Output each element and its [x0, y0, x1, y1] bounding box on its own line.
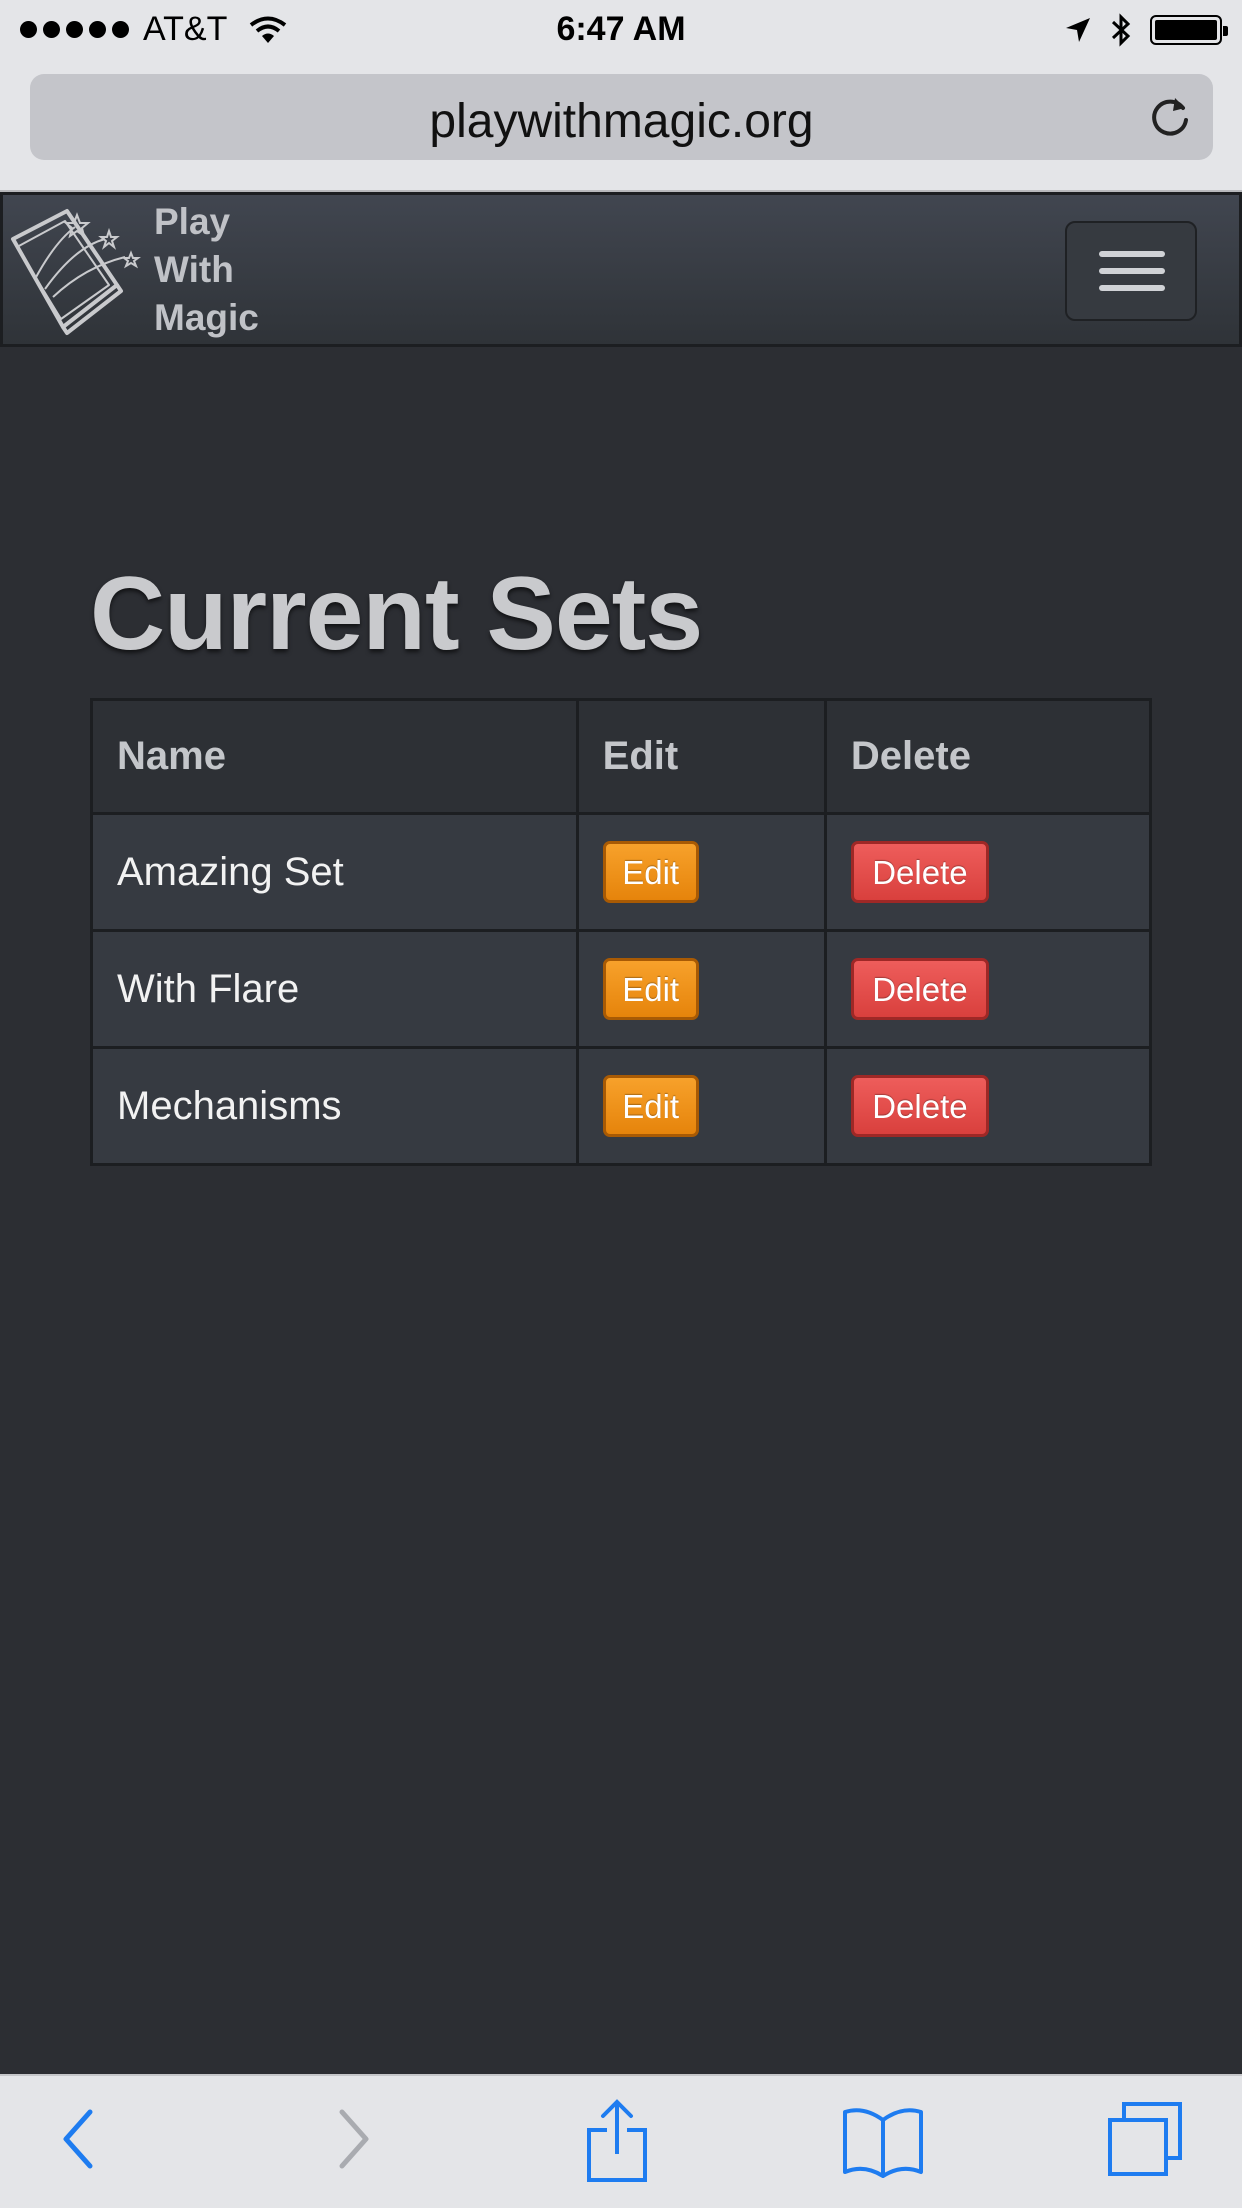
browser-toolbar: [0, 2074, 1242, 2208]
delete-cell: Delete: [823, 812, 1153, 932]
hamburger-bar: [1099, 268, 1165, 274]
table-header-row: Name Edit Delete: [90, 698, 1153, 815]
table-row: Amazing Set Edit Delete: [90, 812, 1153, 932]
delete-cell: Delete: [823, 929, 1153, 1049]
brand-line: With: [154, 248, 234, 290]
browser-address-area: playwithmagic.org: [0, 62, 1242, 192]
delete-button[interactable]: Delete: [850, 841, 989, 903]
hamburger-menu-button[interactable]: [1065, 221, 1197, 321]
status-bar: AT&T 6:47 AM: [0, 0, 1242, 62]
delete-cell: Delete: [823, 1046, 1153, 1166]
page-title: Current Sets: [90, 556, 703, 672]
magic-book-logo: [11, 209, 141, 335]
column-header-edit: Edit: [575, 698, 827, 815]
address-bar[interactable]: playwithmagic.org: [30, 74, 1213, 160]
edit-cell: Edit: [575, 812, 827, 932]
delete-button[interactable]: Delete: [850, 958, 989, 1020]
reload-icon[interactable]: [1147, 94, 1193, 140]
status-right: [1064, 12, 1228, 48]
table-row: With Flare Edit Delete: [90, 929, 1153, 1049]
status-time: 6:47 AM: [556, 10, 686, 48]
brand-link[interactable]: Play With Magic: [3, 195, 259, 344]
hamburger-menu-icon: [1099, 251, 1165, 257]
edit-cell: Edit: [575, 1046, 827, 1166]
bluetooth-icon: [1111, 13, 1131, 47]
edit-button[interactable]: Edit: [602, 958, 699, 1020]
brand-line: Play: [154, 200, 231, 242]
sets-table: Name Edit Delete Amazing Set Edit Delete…: [90, 698, 1153, 1166]
forward-chevron-icon[interactable]: [334, 2104, 374, 2174]
bookmarks-icon[interactable]: [842, 2106, 924, 2178]
set-name: With Flare: [90, 929, 579, 1049]
brand-name: Play With Magic: [154, 198, 259, 342]
table-row: Mechanisms Edit Delete: [90, 1046, 1153, 1166]
column-header-name: Name: [90, 698, 579, 815]
set-name: Mechanisms: [90, 1046, 579, 1166]
url-text[interactable]: playwithmagic.org: [30, 94, 1213, 149]
edit-cell: Edit: [575, 929, 827, 1049]
tabs-icon[interactable]: [1106, 2100, 1184, 2178]
battery-icon: [1150, 15, 1228, 45]
back-chevron-icon[interactable]: [58, 2104, 98, 2174]
edit-button[interactable]: Edit: [602, 1075, 699, 1137]
site-navbar: Play With Magic: [0, 192, 1242, 347]
location-arrow-icon: [1066, 18, 1090, 42]
hamburger-bar: [1099, 285, 1165, 291]
column-header-delete: Delete: [823, 698, 1153, 815]
set-name: Amazing Set: [90, 812, 579, 932]
delete-button[interactable]: Delete: [850, 1075, 989, 1137]
share-icon[interactable]: [585, 2098, 649, 2184]
brand-line: Magic: [154, 296, 259, 338]
edit-button[interactable]: Edit: [602, 841, 699, 903]
